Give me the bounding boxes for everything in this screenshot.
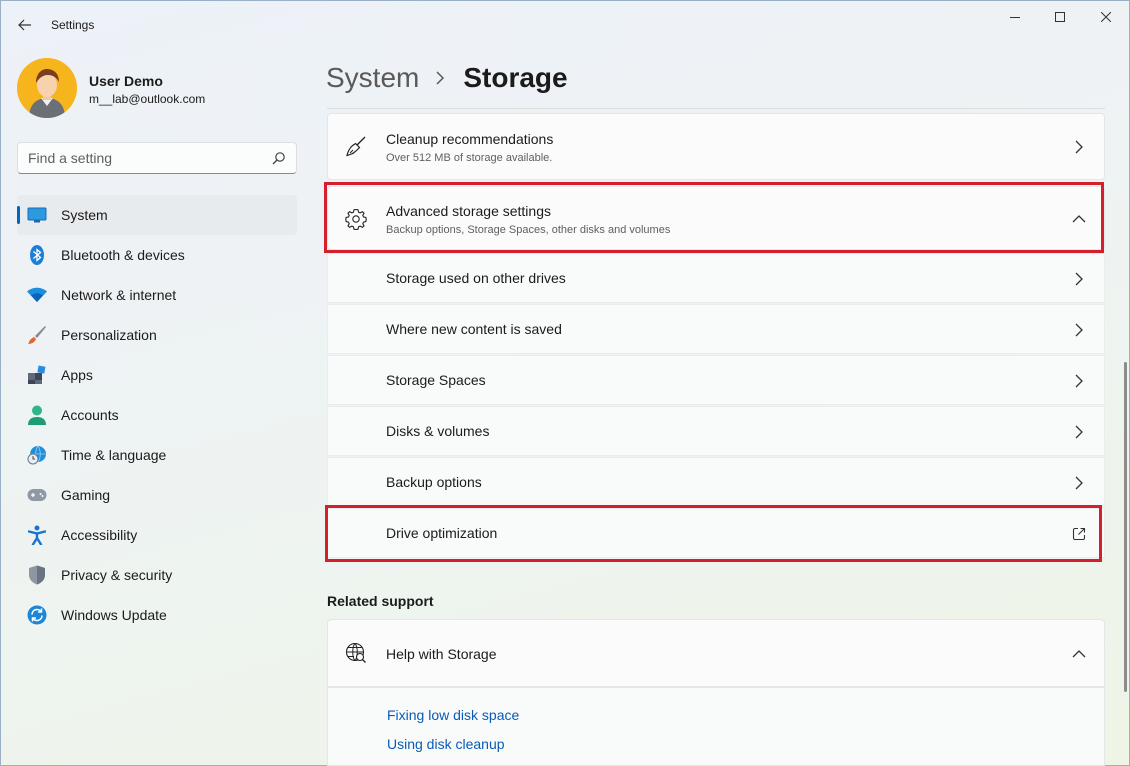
minimize-button[interactable] <box>992 0 1038 34</box>
sidebar-item-windows-update[interactable]: Windows Update <box>17 595 297 635</box>
chevron-right-icon <box>435 71 445 85</box>
globe-search-icon <box>345 642 367 664</box>
gamepad-icon <box>27 485 47 505</box>
related-support-heading: Related support <box>327 593 434 609</box>
close-button[interactable] <box>1083 0 1129 34</box>
external-link-icon <box>1072 527 1086 541</box>
sidebar-item-label: Bluetooth & devices <box>61 247 185 263</box>
gear-icon <box>345 208 367 230</box>
row-label: Backup options <box>386 474 482 490</box>
row-label: Where new content is saved <box>386 321 562 337</box>
chevron-right-icon <box>1072 425 1086 439</box>
sidebar-item-bluetooth[interactable]: Bluetooth & devices <box>17 235 297 275</box>
apps-icon <box>27 365 47 385</box>
scrollbar[interactable] <box>1124 362 1127 692</box>
cleanup-recommendations-card[interactable]: Cleanup recommendations Over 512 MB of s… <box>327 113 1105 180</box>
brush-icon <box>27 325 47 345</box>
using-disk-cleanup-link[interactable]: Using disk cleanup <box>387 736 505 752</box>
globe-clock-icon <box>27 445 47 465</box>
help-with-storage-card[interactable]: Help with Storage <box>327 619 1105 687</box>
sidebar-item-label: Time & language <box>61 447 167 463</box>
sidebar-item-label: Windows Update <box>61 607 167 623</box>
cleanup-title: Cleanup recommendations <box>386 131 554 147</box>
sidebar-item-label: Apps <box>61 367 93 383</box>
fixing-low-disk-space-link[interactable]: Fixing low disk space <box>387 707 519 723</box>
user-name: User Demo <box>89 73 163 89</box>
user-email: m__lab@outlook.com <box>89 92 206 106</box>
row-label: Storage Spaces <box>386 372 486 388</box>
title-bar: Settings <box>0 0 1130 48</box>
back-button[interactable] <box>10 10 40 40</box>
search-input[interactable] <box>28 143 268 173</box>
sidebar-item-label: Privacy & security <box>61 567 173 583</box>
chevron-right-icon <box>1072 374 1086 388</box>
breadcrumb-parent[interactable]: System <box>326 62 419 94</box>
sidebar-item-label: Gaming <box>61 487 111 503</box>
chevron-right-icon <box>1072 272 1086 286</box>
update-icon <box>27 605 47 625</box>
shield-icon <box>27 565 47 585</box>
chevron-right-icon <box>1072 476 1086 490</box>
chevron-right-icon <box>1072 140 1086 154</box>
sidebar-item-label: Accessibility <box>61 527 138 543</box>
avatar[interactable] <box>17 58 77 118</box>
user-avatar-icon <box>17 58 77 118</box>
maximize-icon <box>1055 12 1065 22</box>
app-title: Settings <box>51 18 95 32</box>
row-label: Disks & volumes <box>386 423 490 439</box>
content-divider <box>327 108 1105 109</box>
sidebar-item-label: Personalization <box>61 327 157 343</box>
wifi-icon <box>27 285 47 305</box>
page-title: Storage <box>463 62 568 93</box>
drive-optimization-row[interactable]: Drive optimization <box>327 508 1105 558</box>
broom-icon <box>345 136 367 158</box>
chevron-up-icon <box>1072 212 1086 226</box>
sidebar-item-accounts[interactable]: Accounts <box>17 395 297 435</box>
sidebar-item-label: Network & internet <box>61 287 177 303</box>
search-box[interactable] <box>17 142 297 174</box>
advanced-storage-subtitle: Backup options, Storage Spaces, other di… <box>386 224 671 236</box>
sidebar-item-personalization[interactable]: Personalization <box>17 315 297 355</box>
help-links-panel <box>327 687 1105 766</box>
cleanup-subtitle: Over 512 MB of storage available. <box>386 152 553 164</box>
sidebar-item-privacy-security[interactable]: Privacy & security <box>17 555 297 595</box>
back-arrow-icon <box>18 19 31 31</box>
backup-options-row[interactable]: Backup options <box>327 457 1105 507</box>
sidebar-item-system[interactable]: System <box>17 195 297 235</box>
sidebar-nav: System Bluetooth & devices Network & int… <box>17 195 297 635</box>
chevron-right-icon <box>1072 323 1086 337</box>
accessibility-icon <box>27 525 47 545</box>
account-icon <box>27 405 47 425</box>
where-new-content-is-saved-row[interactable]: Where new content is saved <box>327 304 1105 354</box>
advanced-storage-title: Advanced storage settings <box>386 203 551 219</box>
disks-and-volumes-row[interactable]: Disks & volumes <box>327 406 1105 456</box>
monitor-icon <box>27 205 47 225</box>
breadcrumb: System Storage <box>326 58 568 98</box>
sidebar-item-label: Accounts <box>61 407 119 423</box>
row-label: Storage used on other drives <box>386 270 566 286</box>
close-icon <box>1101 12 1111 22</box>
storage-used-on-other-drives-row[interactable]: Storage used on other drives <box>327 253 1105 303</box>
search-icon[interactable] <box>272 151 286 165</box>
sidebar-item-label: System <box>61 207 108 223</box>
bluetooth-icon <box>27 245 47 265</box>
advanced-storage-settings-card[interactable]: Advanced storage settings Backup options… <box>327 186 1105 250</box>
sidebar-item-accessibility[interactable]: Accessibility <box>17 515 297 555</box>
storage-spaces-row[interactable]: Storage Spaces <box>327 355 1105 405</box>
sidebar-item-apps[interactable]: Apps <box>17 355 297 395</box>
maximize-button[interactable] <box>1037 0 1083 34</box>
row-label: Drive optimization <box>386 525 498 541</box>
chevron-up-icon <box>1072 647 1086 661</box>
minimize-icon <box>1010 17 1020 18</box>
sidebar-item-gaming[interactable]: Gaming <box>17 475 297 515</box>
sidebar-item-network[interactable]: Network & internet <box>17 275 297 315</box>
help-with-storage-title: Help with Storage <box>386 646 497 662</box>
sidebar-item-time-language[interactable]: Time & language <box>17 435 297 475</box>
